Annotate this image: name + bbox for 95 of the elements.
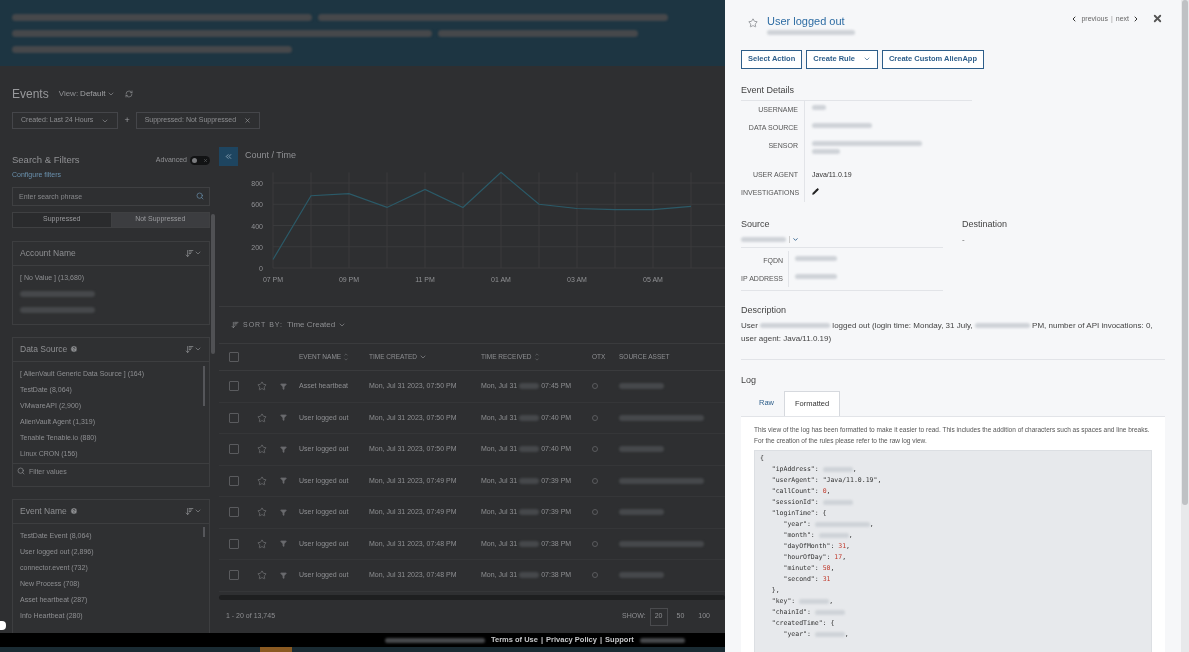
sidebar-title: Search & Filters bbox=[12, 152, 80, 167]
blurred-text bbox=[519, 540, 540, 547]
add-filter-button[interactable]: + bbox=[122, 113, 132, 128]
row-checkbox[interactable] bbox=[229, 538, 239, 549]
destination-value: - bbox=[962, 233, 966, 246]
star-icon[interactable] bbox=[748, 18, 758, 28]
help-icon[interactable] bbox=[70, 345, 79, 353]
refresh-icon[interactable] bbox=[125, 90, 134, 98]
row-checkbox[interactable] bbox=[229, 507, 239, 518]
blurred-text bbox=[814, 521, 870, 527]
sort-icon[interactable] bbox=[343, 352, 350, 362]
widget-icon[interactable] bbox=[0, 621, 6, 630]
chart-title: Count / Time bbox=[245, 149, 297, 163]
star-icon[interactable] bbox=[257, 412, 267, 423]
search-icon[interactable] bbox=[196, 191, 204, 200]
source-dropdown[interactable] bbox=[789, 235, 799, 243]
filter-icon[interactable] bbox=[280, 477, 287, 485]
star-icon[interactable] bbox=[257, 538, 267, 549]
blurred-text bbox=[822, 499, 853, 505]
chevron-right-icon bbox=[1132, 15, 1140, 24]
close-icon[interactable] bbox=[1152, 13, 1163, 24]
list-scrollbar[interactable] bbox=[203, 526, 205, 537]
sort-selector[interactable]: Time Created bbox=[287, 319, 347, 331]
blurred-text bbox=[812, 123, 872, 128]
filter-icon[interactable] bbox=[280, 571, 287, 579]
collapse-button[interactable] bbox=[219, 146, 238, 166]
facet-title: Event Name bbox=[20, 504, 67, 518]
section-heading: Description bbox=[741, 303, 788, 317]
blurred-text bbox=[519, 509, 540, 516]
search-icon bbox=[17, 466, 25, 475]
filter-icon[interactable] bbox=[280, 508, 287, 516]
row-checkbox[interactable] bbox=[229, 381, 239, 392]
row-checkbox[interactable] bbox=[229, 444, 239, 455]
row-checkbox[interactable] bbox=[229, 570, 239, 581]
sort-desc-icon[interactable] bbox=[418, 353, 427, 361]
star-icon[interactable] bbox=[257, 507, 267, 518]
blurred-text bbox=[814, 609, 845, 615]
facet-title: Account Name bbox=[20, 246, 76, 260]
section-heading: Log bbox=[741, 374, 758, 387]
double-chevron-icon bbox=[224, 151, 233, 161]
advanced-toggle[interactable] bbox=[190, 155, 210, 165]
caret-icon bbox=[107, 90, 116, 98]
blurred-text bbox=[619, 572, 664, 579]
section-heading: Destination bbox=[962, 218, 1008, 231]
select-all-checkbox[interactable] bbox=[229, 352, 239, 362]
blurred-text bbox=[519, 414, 540, 421]
event-title: User logged out bbox=[767, 14, 846, 29]
blurred-text bbox=[519, 572, 540, 579]
filter-icon[interactable] bbox=[280, 540, 287, 548]
blurred-text bbox=[818, 532, 849, 538]
star-icon[interactable] bbox=[257, 381, 267, 392]
blurred-text bbox=[822, 466, 853, 472]
horizontal-scrollbar[interactable] bbox=[219, 594, 725, 600]
star-icon[interactable] bbox=[257, 444, 267, 455]
caret-icon bbox=[792, 235, 799, 243]
help-icon[interactable] bbox=[69, 507, 78, 515]
close-icon bbox=[203, 157, 208, 163]
star-icon[interactable] bbox=[257, 570, 267, 581]
blurred-text bbox=[619, 509, 664, 516]
filter-icon[interactable] bbox=[280, 445, 287, 453]
sort-icon[interactable] bbox=[533, 352, 540, 362]
list-scrollbar[interactable] bbox=[203, 365, 205, 406]
pencil-icon[interactable] bbox=[812, 188, 819, 195]
section-heading: Event Details bbox=[741, 83, 972, 101]
blurred-text bbox=[639, 637, 685, 643]
sort-menu-icon[interactable] bbox=[185, 506, 202, 516]
blurred-text bbox=[799, 598, 830, 604]
facet-title: Data Source bbox=[20, 342, 68, 356]
page-title: Events bbox=[12, 86, 49, 103]
description-text: User logged out (login time: Monday, 31 July, PM, number of API invocations: 0, user agent: Java/11.0.19) bbox=[741, 320, 1154, 345]
star-icon[interactable] bbox=[257, 475, 267, 486]
row-checkbox[interactable] bbox=[229, 475, 239, 486]
caret-icon bbox=[862, 55, 871, 63]
blurred-text bbox=[814, 631, 845, 637]
panel-scrollbar[interactable] bbox=[1181, 0, 1189, 652]
sort-menu-icon[interactable] bbox=[185, 248, 202, 258]
blurred-text bbox=[812, 149, 840, 154]
filter-icon[interactable] bbox=[280, 414, 287, 422]
blurred-text bbox=[812, 105, 826, 110]
blurred-text bbox=[519, 477, 540, 484]
view-selector[interactable]: View: Default bbox=[58, 88, 116, 100]
close-icon[interactable] bbox=[244, 117, 252, 124]
blurred-text bbox=[795, 273, 837, 279]
section-heading: Source bbox=[741, 218, 771, 231]
row-checkbox[interactable] bbox=[229, 412, 239, 423]
filter-icon[interactable] bbox=[280, 382, 287, 390]
blurred-text bbox=[795, 255, 837, 261]
blurred-text bbox=[619, 383, 664, 390]
sort-menu-icon[interactable] bbox=[185, 344, 202, 354]
blurred-text bbox=[519, 383, 540, 390]
sort-icon bbox=[231, 321, 239, 329]
caret-icon bbox=[338, 321, 347, 329]
blurred-text bbox=[619, 446, 664, 453]
blurred-text bbox=[519, 446, 540, 453]
blurred-text bbox=[741, 236, 786, 242]
